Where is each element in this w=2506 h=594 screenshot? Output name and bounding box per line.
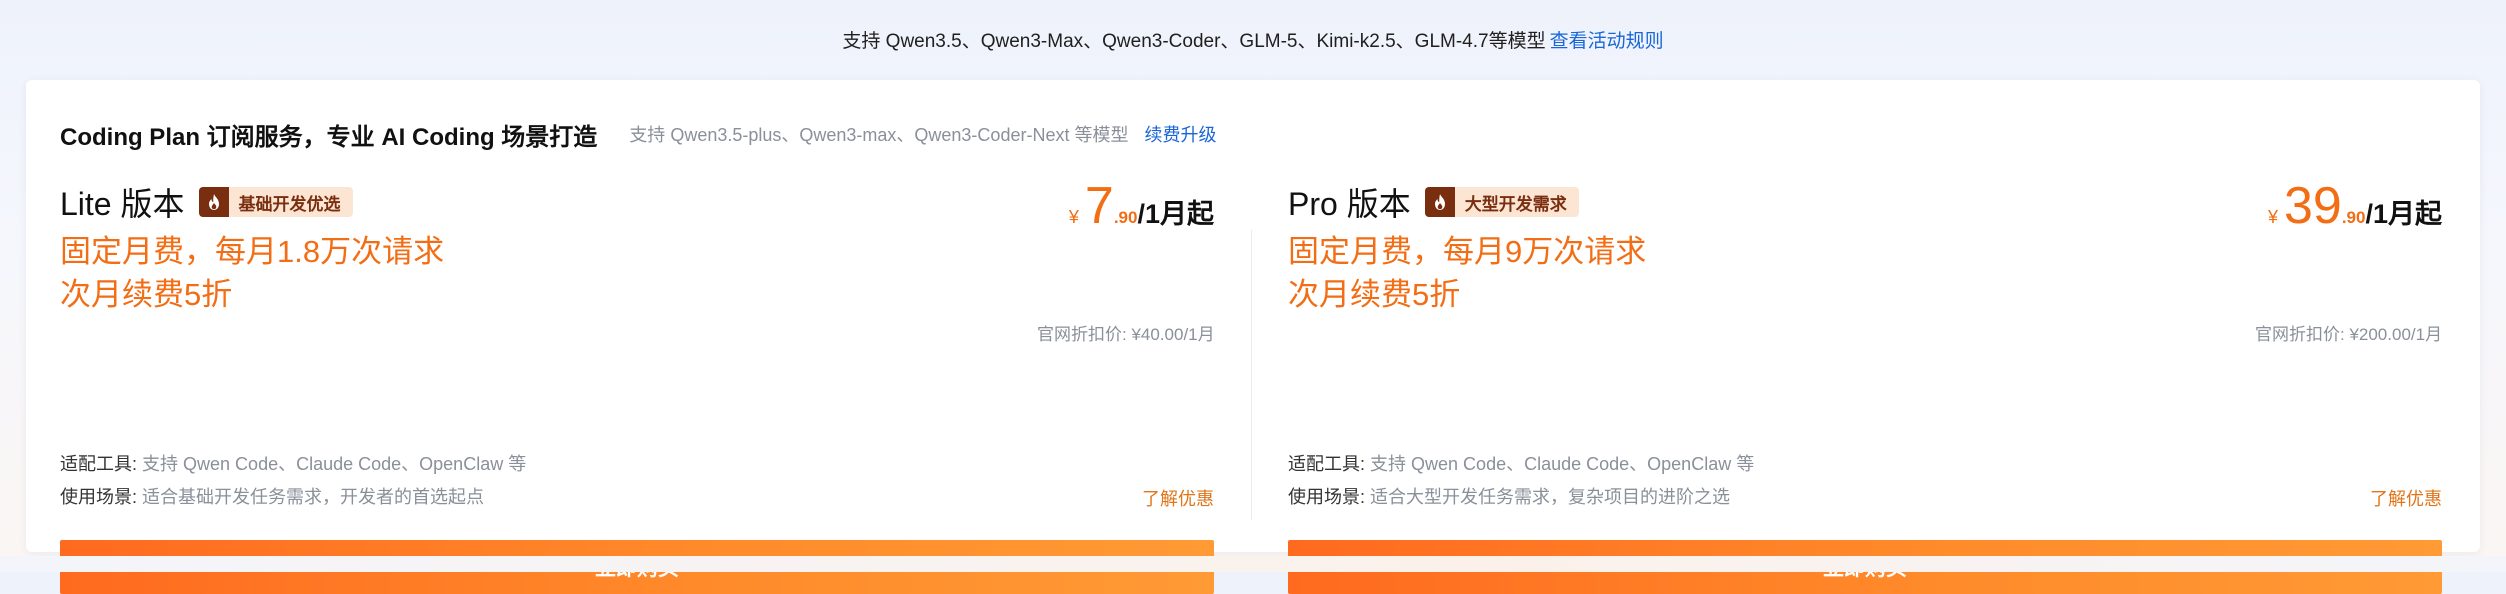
price-integer: 7 (1084, 177, 1114, 235)
tools-label: 适配工具: (60, 454, 138, 474)
plan-name-row: Pro 版本 大型开发需求 (1288, 178, 1579, 226)
plan-desc-line: 固定月费，每月9万次请求 (1288, 234, 1647, 269)
scene-row: 使用场景: 适合基础开发任务需求，开发者的首选起点 (60, 483, 484, 509)
plan-tag: 基础开发优选 (198, 187, 353, 217)
flame-icon (198, 187, 229, 217)
tools-value: 支持 Qwen Code、Claude Code、OpenClaw 等 (1370, 454, 1755, 474)
promo-banner: 支持 Qwen3.5、Qwen3-Max、Qwen3-Coder、GLM-5、K… (0, 0, 2506, 78)
plan-price: ¥ 39 .90 /1月起 (2268, 180, 2442, 232)
tools-row: 适配工具: 支持 Qwen Code、Claude Code、OpenClaw … (60, 450, 526, 476)
plan-tag-label: 基础开发优选 (238, 194, 341, 214)
plan-description: 固定月费，每月9万次请求 次月续费5折 (1288, 230, 1928, 316)
plan-desc-line: 次月续费5折 (60, 277, 233, 312)
plan-name: Pro 版本 (1288, 186, 1411, 222)
plan-lite: Lite 版本 基础开发优选 固定月费，每月1.8万次请求 次月续费5折 ¥ 7… (60, 178, 1215, 594)
official-price: 官网折扣价: ¥40.00/1月 (1037, 325, 1215, 344)
price-integer: 39 (2283, 177, 2342, 235)
card-subtitle: 支持 Qwen3.5-plus、Qwen3-max、Qwen3-Coder-Ne… (629, 125, 1129, 145)
official-price: 官网折扣价: ¥200.00/1月 (2255, 325, 2443, 344)
plan-tag: 大型开发需求 (1424, 187, 1579, 217)
price-unit: /1月起 (1137, 199, 1214, 229)
activity-rules-link[interactable]: 查看活动规则 (1550, 26, 1664, 53)
scene-value: 适合大型开发任务需求，复杂项目的进阶之选 (1370, 487, 1731, 507)
scene-value: 适合基础开发任务需求，开发者的首选起点 (142, 487, 485, 507)
scene-label: 使用场景: (60, 487, 138, 507)
plan-tag-label: 大型开发需求 (1464, 194, 1567, 214)
plan-name: Lite 版本 (60, 186, 185, 222)
price-decimal: .90 (1113, 208, 1138, 227)
card-header: Coding Plan 订阅服务，专业 AI Coding 场景打造 支持 Qw… (60, 116, 2446, 152)
price-decimal: .90 (2341, 208, 2366, 227)
plan-price: ¥ 7 .90 /1月起 (1069, 180, 1214, 232)
plan-name-row: Lite 版本 基础开发优选 (60, 178, 353, 226)
card-title: Coding Plan 订阅服务，专业 AI Coding 场景打造 (60, 123, 598, 151)
tools-row: 适配工具: 支持 Qwen Code、Claude Code、OpenClaw … (1288, 450, 1754, 476)
tools-label: 适配工具: (1288, 454, 1366, 474)
scene-row: 使用场景: 适合大型开发任务需求，复杂项目的进阶之选 (1288, 483, 1730, 509)
plan-description: 固定月费，每月1.8万次请求 次月续费5折 (60, 230, 700, 316)
learn-discount-link[interactable]: 了解优惠 (1142, 485, 1214, 511)
learn-discount-link[interactable]: 了解优惠 (2370, 485, 2442, 511)
scene-label: 使用场景: (1288, 487, 1366, 507)
plan-desc-line: 次月续费5折 (1288, 277, 1461, 312)
coding-plan-card: Coding Plan 订阅服务，专业 AI Coding 场景打造 支持 Qw… (26, 80, 2480, 594)
bottom-background-band (0, 556, 2506, 572)
flame-icon (1424, 187, 1455, 217)
plan-divider (1251, 230, 1252, 520)
price-currency: ¥ (1068, 207, 1079, 227)
plan-pro: Pro 版本 大型开发需求 固定月费，每月9万次请求 次月续费5折 ¥ 39 .… (1288, 178, 2443, 594)
tools-value: 支持 Qwen Code、Claude Code、OpenClaw 等 (142, 454, 527, 474)
plan-desc-line: 固定月费，每月1.8万次请求 (60, 234, 445, 269)
renew-upgrade-link[interactable]: 续费升级 (1144, 121, 1216, 147)
promo-banner-text: 支持 Qwen3.5、Qwen3-Max、Qwen3-Coder、GLM-5、K… (842, 30, 1546, 52)
price-unit: /1月起 (2365, 199, 2442, 229)
price-currency: ¥ (2267, 207, 2278, 227)
